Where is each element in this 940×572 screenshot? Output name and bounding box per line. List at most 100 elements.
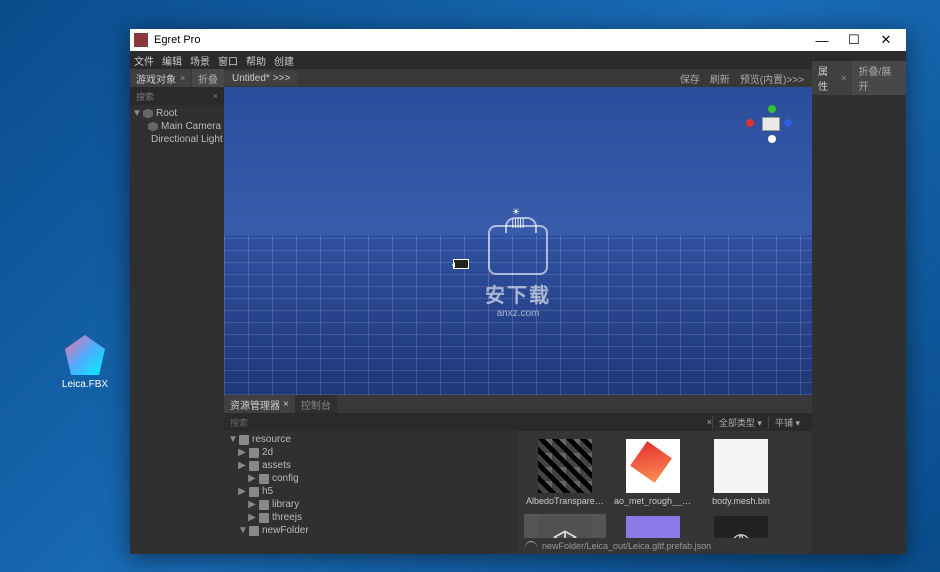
- view-mode[interactable]: 平铺 ▾: [768, 416, 806, 429]
- scene-viewport[interactable]: ☀||||| 安下载 anxz.com: [224, 87, 812, 395]
- file-thumb-icon: [626, 439, 680, 493]
- app-window: Egret Pro — ☐ ✕ 文件 编辑 场景 窗口 帮助 创建 游戏对象 ×…: [130, 29, 906, 554]
- folder-icon: [249, 461, 259, 471]
- menu-create[interactable]: 创建: [274, 53, 294, 68]
- explorer-toolbar: 搜索 × 全部类型 ▾ 平铺 ▾: [224, 413, 812, 431]
- axis-y-icon: [768, 105, 776, 113]
- file-item[interactable]: [700, 514, 782, 538]
- desktop-file-icon[interactable]: Leica.FBX: [50, 335, 120, 390]
- close-icon[interactable]: ×: [180, 73, 185, 83]
- file-item[interactable]: body.mesh.bin: [700, 437, 782, 508]
- tab-label: 属性: [818, 63, 837, 93]
- globe-icon: [524, 541, 538, 551]
- type-filter[interactable]: 全部类型 ▾: [712, 416, 768, 429]
- file-thumb-icon: [626, 516, 680, 538]
- cube-icon: [143, 109, 153, 119]
- explorer-search[interactable]: 搜索: [230, 416, 707, 429]
- file-name: ao_met_rough__Met...: [614, 496, 692, 506]
- folder-icon: [249, 487, 259, 497]
- axis-x-icon: [746, 119, 754, 127]
- menu-window[interactable]: 窗口: [218, 53, 238, 68]
- clear-icon[interactable]: ×: [213, 91, 218, 101]
- folder-item[interactable]: ▶2d: [224, 446, 518, 459]
- tree-light[interactable]: Directional Light: [130, 133, 224, 146]
- tree-camera[interactable]: Main Camera: [130, 120, 224, 133]
- orientation-gizmo[interactable]: [744, 105, 794, 145]
- gizmo-cube-icon: [762, 117, 780, 131]
- folder-icon: [249, 526, 259, 536]
- close-icon[interactable]: ×: [283, 399, 289, 410]
- folder-icon: [259, 513, 269, 523]
- globe-thumb-icon: [714, 516, 768, 538]
- tab-label: 控制台: [301, 397, 331, 412]
- app-title: Egret Pro: [154, 34, 200, 46]
- app-icon: [134, 33, 148, 47]
- light-gizmo-icon: ☀|||||: [512, 207, 525, 229]
- menu-file[interactable]: 文件: [134, 53, 154, 68]
- tree-root[interactable]: ▼ Root: [130, 107, 224, 120]
- folder-label: threejs: [272, 512, 302, 523]
- folder-tree: ▼resource▶2d▶assets▶config▶h5▶library▶th…: [224, 431, 518, 554]
- folder-icon: [249, 448, 259, 458]
- menu-scene[interactable]: 场景: [190, 53, 210, 68]
- menu-help[interactable]: 帮助: [246, 53, 266, 68]
- folder-label: 2d: [262, 447, 273, 458]
- folder-label: resource: [252, 434, 291, 445]
- save-button[interactable]: 保存: [680, 71, 700, 86]
- hierarchy-tab-label: 游戏对象: [136, 71, 176, 86]
- console-tab[interactable]: 控制台: [295, 395, 337, 414]
- refresh-button[interactable]: 刷新: [710, 71, 730, 86]
- close-icon[interactable]: ×: [841, 73, 846, 83]
- camera-gizmo-icon: [453, 259, 469, 269]
- fbx-icon: [65, 335, 105, 375]
- folder-icon: [239, 435, 249, 445]
- hierarchy-panel: 游戏对象 × 折叠 搜索 × ▼ Root Main Camera: [130, 69, 224, 554]
- folder-label: h5: [262, 486, 273, 497]
- hierarchy-tab[interactable]: 游戏对象 ×: [130, 69, 191, 87]
- desktop-file-label: Leica.FBX: [50, 379, 120, 390]
- folder-item[interactable]: ▼resource: [224, 433, 518, 446]
- breadcrumb-path: newFolder/Leica_out/Leica.gltf.prefab.js…: [542, 541, 711, 551]
- bottom-panels: 资源管理器 × 控制台 搜索 × 全部类型 ▾ 平铺 ▾: [224, 395, 812, 554]
- tree-label: Root: [156, 108, 177, 119]
- folder-item[interactable]: ▶library: [224, 498, 518, 511]
- tree-label: Main Camera: [161, 121, 221, 132]
- file-thumb-icon: [714, 439, 768, 493]
- fold-button[interactable]: 折叠: [192, 69, 224, 87]
- folder-item[interactable]: ▶assets: [224, 459, 518, 472]
- titlebar: Egret Pro — ☐ ✕: [130, 29, 906, 51]
- hierarchy-search[interactable]: 搜索 ×: [130, 87, 224, 105]
- folder-label: assets: [262, 460, 291, 471]
- tree-label: Directional Light: [151, 134, 223, 145]
- file-name: body.mesh.bin: [702, 496, 780, 506]
- close-button[interactable]: ✕: [870, 30, 902, 50]
- explorer-tab[interactable]: 资源管理器 ×: [224, 395, 295, 414]
- more-icon[interactable]: >>>: [273, 73, 291, 84]
- maximize-button[interactable]: ☐: [838, 30, 870, 50]
- scene-tab[interactable]: Untitled* >>>: [224, 71, 298, 86]
- fold-expand-button[interactable]: 折叠/展开: [852, 61, 906, 95]
- folder-item[interactable]: ▶h5: [224, 485, 518, 498]
- file-item[interactable]: AlbedoTransparency...: [524, 437, 606, 508]
- folder-icon: [259, 500, 269, 510]
- file-item[interactable]: ao_met_rough__Met...: [612, 437, 694, 508]
- cube-icon: [148, 122, 158, 132]
- folder-item[interactable]: ▶config: [224, 472, 518, 485]
- inspector-tab[interactable]: 属性 ×: [812, 61, 852, 95]
- tab-label: 资源管理器: [230, 397, 280, 412]
- preview-button[interactable]: 预览(内置)>>>: [740, 71, 804, 86]
- file-grid: AlbedoTransparency... ao_met_rough__Met..…: [518, 431, 812, 538]
- center-area: Untitled* >>> 保存 刷新 预览(内置)>>>: [224, 69, 812, 554]
- folder-item[interactable]: ▶threejs: [224, 511, 518, 524]
- menu-edit[interactable]: 编辑: [162, 53, 182, 68]
- scene-tab-label: Untitled*: [232, 73, 270, 84]
- axis-z-icon: [784, 119, 792, 127]
- file-item[interactable]: Leica.gltf.prefab.json: [524, 514, 606, 538]
- minimize-button[interactable]: —: [806, 30, 838, 50]
- folder-item[interactable]: ▼newFolder: [224, 524, 518, 537]
- breadcrumb[interactable]: newFolder/Leica_out/Leica.gltf.prefab.js…: [518, 538, 812, 554]
- file-thumb-icon: [538, 439, 592, 493]
- hierarchy-tree: ▼ Root Main Camera Directional Light: [130, 105, 224, 554]
- folder-icon: [259, 474, 269, 484]
- file-item[interactable]: Normal.image.json: [612, 514, 694, 538]
